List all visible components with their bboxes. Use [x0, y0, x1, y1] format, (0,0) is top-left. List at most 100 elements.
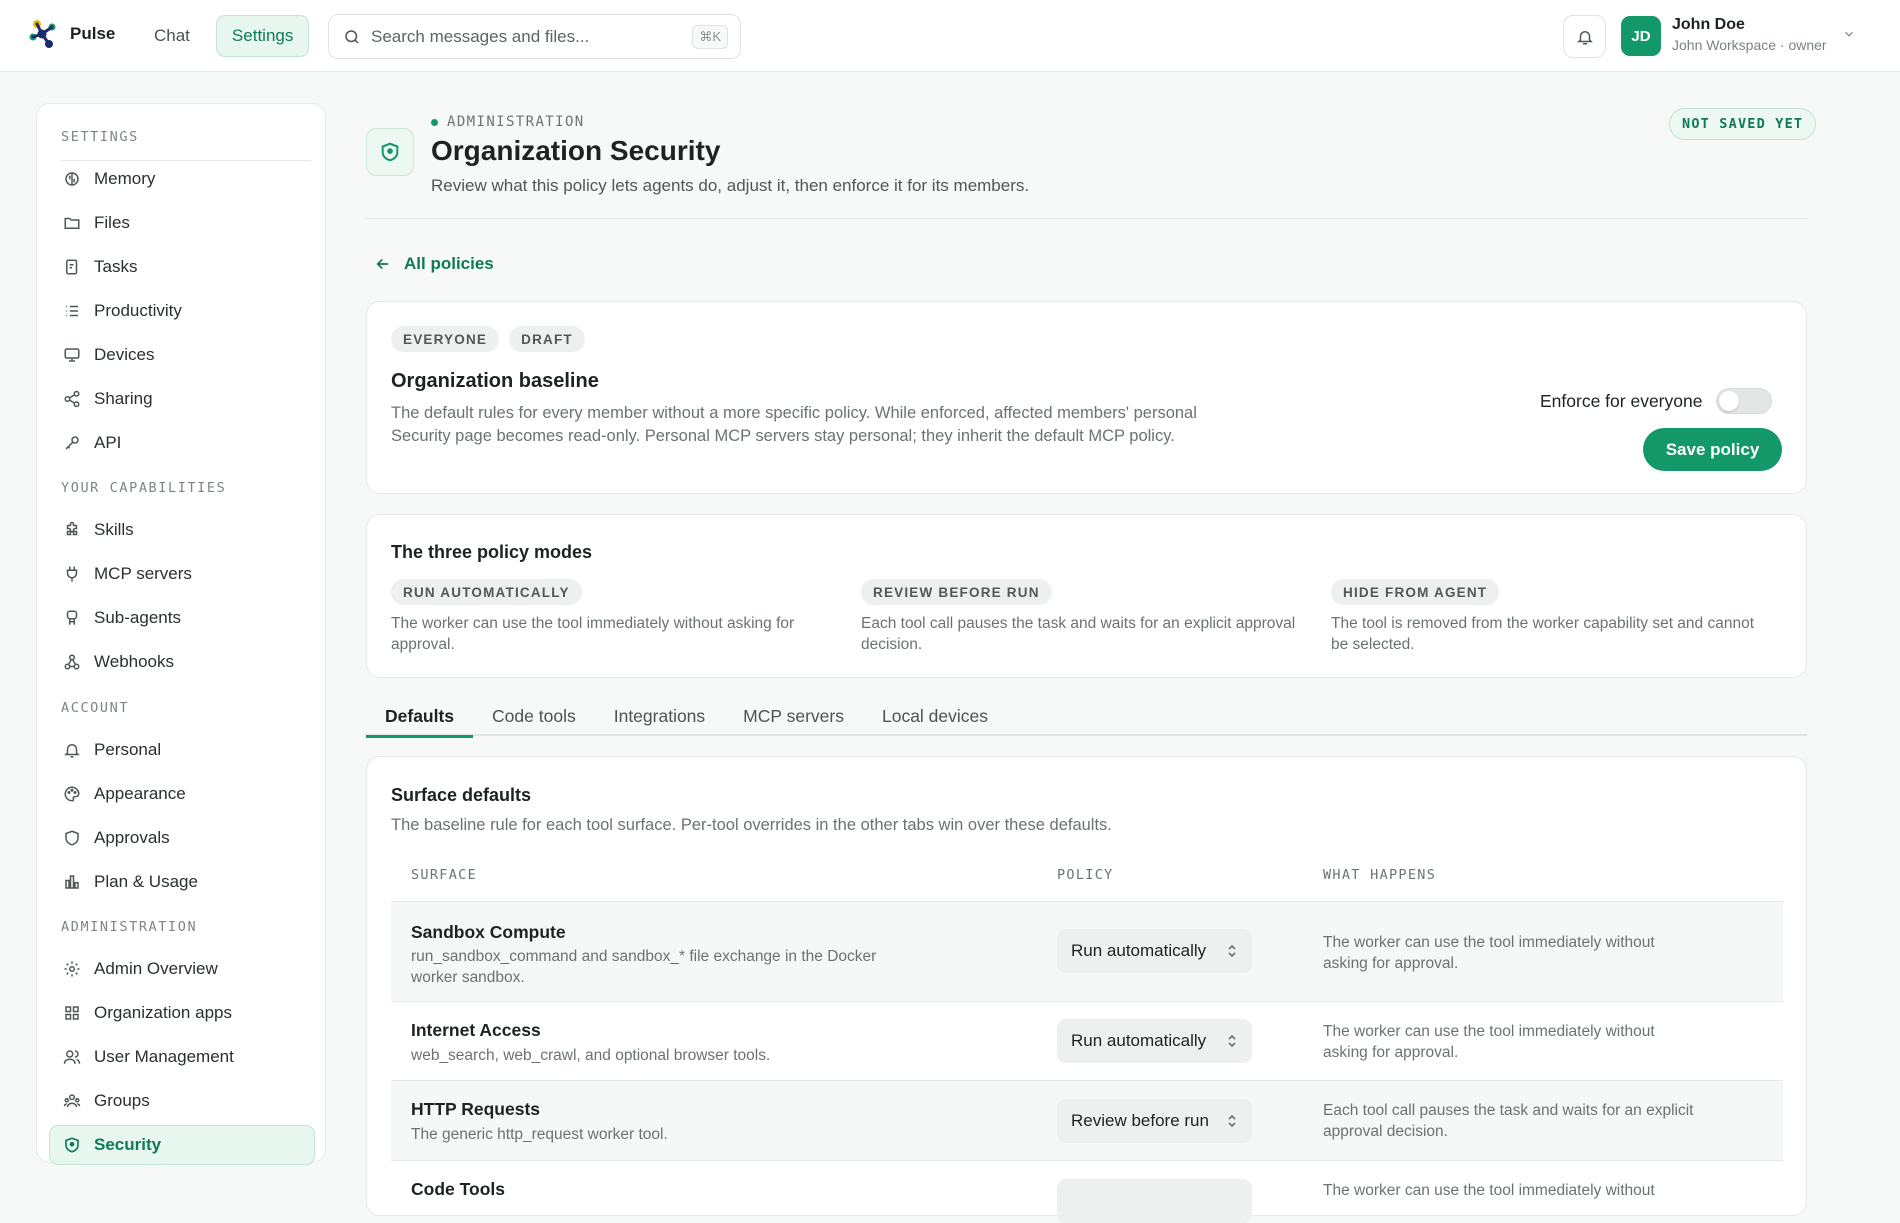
sidebar-item-label: Files	[94, 213, 130, 232]
sidebar-item-label: Webhooks	[94, 652, 175, 671]
sidebar-item-files[interactable]: Files	[49, 203, 315, 243]
policy-select-value: Review before run	[1071, 1111, 1209, 1130]
sidebar-item-webhooks[interactable]: Webhooks	[49, 642, 315, 682]
enforce-toggle[interactable]	[1716, 388, 1773, 414]
policy-chips: EVERYONE DRAFT	[391, 326, 585, 352]
sidebar-item-label: Plan & Usage	[94, 872, 198, 891]
sidebar-item-label: Security	[94, 1135, 162, 1154]
sidebar-item-label: Personal	[94, 740, 162, 759]
surface-defaults-card: Surface defaults The baseline rule for e…	[366, 756, 1807, 1223]
chip-everyone: EVERYONE	[391, 326, 500, 352]
surface-name: Code Tools	[411, 1179, 505, 1199]
pulse-logo-icon	[29, 20, 56, 48]
sidebar-item-sharing[interactable]: Sharing	[49, 379, 315, 419]
surface-description: web_search, web_crawl, and optional brow…	[411, 1047, 771, 1064]
app-name: Pulse	[70, 24, 116, 43]
sidebar-section-capabilities: YOUR CAPABILITIES	[61, 480, 227, 496]
bell-icon	[1576, 30, 1593, 44]
policy-select[interactable]: Run automatically	[1057, 929, 1252, 973]
user-menu[interactable]: John Doe John Workspace · owner	[1672, 16, 1827, 53]
key-icon	[62, 434, 81, 453]
mode-description: The worker can use the tool immediately …	[391, 615, 795, 653]
users-icon	[62, 1048, 81, 1067]
sidebar-item-user-management[interactable]: User Management	[49, 1037, 315, 1077]
sidebar-item-organization-apps[interactable]: Organization apps	[49, 993, 315, 1033]
policy-select[interactable]: Review before run	[1057, 1099, 1252, 1143]
mode-label: RUN AUTOMATICALLY	[391, 579, 582, 605]
mode-description: The tool is removed from the worker capa…	[1331, 615, 1755, 653]
sidebar-item-api[interactable]: API	[49, 423, 315, 463]
sidebar-item-productivity[interactable]: Productivity	[49, 291, 315, 331]
sidebar-item-skills[interactable]: Skills	[49, 510, 315, 550]
sidebar-item-approvals[interactable]: Approvals	[49, 818, 315, 858]
sidebar-item-memory[interactable]: Memory	[49, 159, 315, 199]
table-row: Code Tools The worker can use the tool i…	[391, 1160, 1783, 1223]
save-policy-button[interactable]: Save policy	[1643, 428, 1782, 471]
sidebar-item-personal[interactable]: Personal	[49, 730, 315, 770]
mode-run-automatically: RUN AUTOMATICALLY The worker can use the…	[391, 579, 831, 655]
tab-code-tools[interactable]: Code tools	[473, 696, 595, 736]
header-divider	[366, 218, 1807, 219]
sidebar-item-tasks[interactable]: Tasks	[49, 247, 315, 287]
nav-chat[interactable]: Chat	[138, 15, 206, 57]
policy-description: The default rules for every member witho…	[391, 404, 1197, 445]
palette-icon	[62, 785, 81, 804]
page-title: Organization Security	[431, 135, 721, 166]
bell-icon	[62, 741, 81, 760]
chevron-down-icon[interactable]	[1842, 27, 1856, 41]
surface-description: The generic http_request worker tool.	[411, 1126, 668, 1143]
sidebar-item-plan-usage[interactable]: Plan & Usage	[49, 862, 315, 902]
policy-modes-card: The three policy modes RUN AUTOMATICALLY…	[366, 514, 1807, 678]
column-header: SURFACE	[411, 867, 477, 883]
tab-local-devices[interactable]: Local devices	[863, 696, 1007, 736]
notifications-button[interactable]	[1563, 15, 1606, 58]
plug-icon	[62, 565, 81, 584]
sidebar-item-groups[interactable]: Groups	[49, 1081, 315, 1121]
back-link[interactable]: All policies	[374, 254, 494, 274]
brain-icon	[62, 170, 81, 189]
policy-select[interactable]	[1057, 1179, 1252, 1223]
status-dot	[431, 118, 438, 126]
shield-icon	[366, 128, 414, 176]
sidebar-item-sub-agents[interactable]: Sub-agents	[49, 598, 315, 638]
puzzle-icon	[62, 521, 81, 540]
mode-label: REVIEW BEFORE RUN	[861, 579, 1052, 605]
policy-select[interactable]: Run automatically	[1057, 1019, 1252, 1063]
sidebar-item-devices[interactable]: Devices	[49, 335, 315, 375]
brand[interactable]: Pulse	[28, 18, 115, 50]
nav-settings[interactable]: Settings	[215, 15, 310, 57]
sidebar-section-account: ACCOUNT	[61, 700, 130, 716]
sidebar-item-label: Appearance	[94, 784, 186, 803]
status-badge: NOT SAVED YET	[1669, 108, 1817, 140]
sidebar-item-label: API	[94, 433, 122, 452]
surface-defaults-title: Surface defaults	[391, 785, 532, 805]
sidebar-item-label: Groups	[94, 1091, 150, 1110]
sidebar-item-admin-overview[interactable]: Admin Overview	[49, 949, 315, 989]
sidebar-item-security[interactable]: Security	[49, 1125, 315, 1165]
surface-name: HTTP Requests	[411, 1099, 541, 1119]
folder-icon	[62, 214, 81, 233]
avatar[interactable]: JD	[1621, 16, 1661, 56]
bot-icon	[62, 609, 81, 628]
tab-mcp-servers[interactable]: MCP servers	[724, 696, 863, 736]
chip-draft: DRAFT	[509, 326, 585, 352]
sidebar-item-label: Approvals	[94, 828, 170, 847]
sidebar-item-label: Productivity	[94, 301, 182, 320]
sidebar-item-appearance[interactable]: Appearance	[49, 774, 315, 814]
search-input[interactable]: Search messages and files... ⌘K	[328, 14, 741, 59]
search-shortcut: ⌘K	[692, 24, 728, 49]
sidebar-item-mcp-servers[interactable]: MCP servers	[49, 554, 315, 594]
sidebar-item-label: Tasks	[94, 257, 138, 276]
sidebar-item-label: Admin Overview	[94, 959, 218, 978]
page-eyebrow: ADMINISTRATION	[431, 114, 585, 130]
sidebar-item-label: Sub-agents	[94, 608, 181, 627]
tab-integrations[interactable]: Integrations	[595, 696, 724, 736]
mode-label: HIDE FROM AGENT	[1331, 579, 1500, 605]
sidebar-item-label: Organization apps	[94, 1003, 232, 1022]
enforce-toggle-row: Enforce for everyone	[1540, 388, 1773, 414]
sidebar-item-label: User Management	[94, 1047, 234, 1066]
search-icon	[345, 29, 359, 44]
table-row: Sandbox Compute run_sandbox_command and …	[391, 901, 1783, 1001]
tab-defaults[interactable]: Defaults	[366, 696, 474, 738]
settings-sidebar: SETTINGS Memory Files Tasks Productivity…	[36, 103, 326, 1165]
